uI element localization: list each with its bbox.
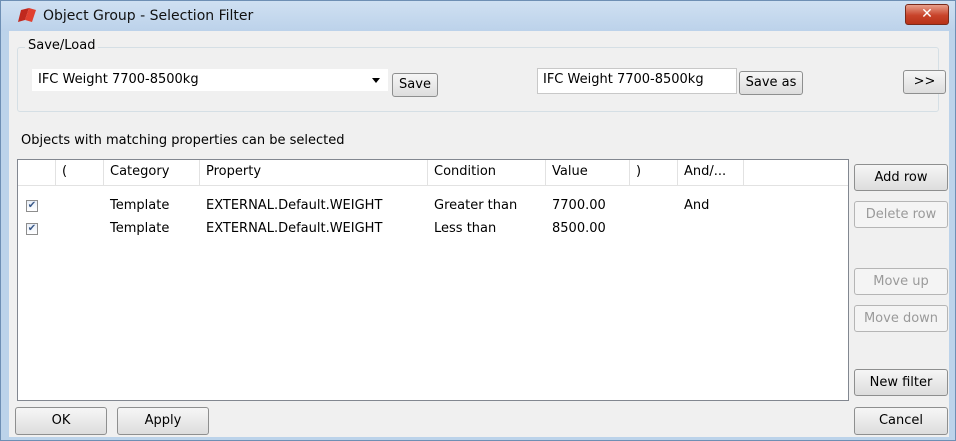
save-as-button[interactable]: Save as	[739, 71, 803, 95]
category-cell[interactable]: Template	[104, 219, 169, 241]
move-up-button[interactable]: Move up	[854, 268, 948, 295]
ok-button[interactable]: OK	[15, 407, 107, 435]
save-load-group-title: Save/Load	[25, 38, 99, 53]
property-cell[interactable]: EXTERNAL.Default.WEIGHT	[200, 196, 382, 218]
column-header-value[interactable]: Value	[546, 160, 630, 186]
checkbox-checked-icon[interactable]: ✔	[26, 200, 38, 212]
close-button[interactable]: ✕	[905, 4, 949, 25]
add-row-button[interactable]: Add row	[854, 164, 948, 191]
table-header: ( Category Property Condition Value ) An…	[18, 160, 848, 186]
apply-button[interactable]: Apply	[117, 407, 209, 435]
filter-table[interactable]: ( Category Property Condition Value ) An…	[17, 159, 849, 401]
column-header-condition[interactable]: Condition	[428, 160, 546, 186]
category-cell[interactable]: Template	[104, 196, 169, 218]
delete-row-button[interactable]: Delete row	[854, 201, 948, 228]
expand-button[interactable]: >>	[903, 70, 946, 94]
table-row[interactable]: ✔ Template EXTERNAL.Default.WEIGHT Great…	[18, 196, 848, 218]
and-or-cell[interactable]	[678, 219, 684, 241]
dialog-body: Save/Load IFC Weight 7700-8500kg Save IF…	[9, 31, 949, 437]
move-down-button[interactable]: Move down	[854, 305, 948, 332]
close-paren-cell[interactable]	[630, 196, 636, 218]
column-header-and-or[interactable]: And/...	[678, 160, 744, 186]
hint-text: Objects with matching properties can be …	[21, 133, 345, 148]
filter-select-value: IFC Weight 7700-8500kg	[38, 72, 199, 87]
save-button[interactable]: Save	[392, 73, 438, 97]
open-paren-cell[interactable]	[56, 196, 62, 218]
cancel-button[interactable]: Cancel	[854, 407, 948, 435]
column-header-checkbox[interactable]	[18, 160, 56, 186]
open-paren-cell[interactable]	[56, 219, 62, 241]
condition-cell[interactable]: Greater than	[428, 196, 517, 218]
value-cell[interactable]: 7700.00	[546, 196, 606, 218]
save-as-name-input[interactable]: IFC Weight 7700-8500kg	[537, 68, 737, 94]
column-header-close-paren[interactable]: )	[630, 160, 678, 186]
title-bar[interactable]: Object Group - Selection Filter ✕	[1, 1, 955, 31]
property-cell[interactable]: EXTERNAL.Default.WEIGHT	[200, 219, 382, 241]
window-title: Object Group - Selection Filter	[43, 8, 254, 24]
value-cell[interactable]: 8500.00	[546, 219, 606, 241]
dialog-window: Object Group - Selection Filter ✕ Save/L…	[0, 0, 956, 441]
close-paren-cell[interactable]	[630, 219, 636, 241]
and-or-cell[interactable]: And	[678, 196, 709, 218]
condition-cell[interactable]: Less than	[428, 219, 496, 241]
column-header-property[interactable]: Property	[200, 160, 428, 186]
new-filter-button[interactable]: New filter	[854, 369, 948, 396]
checkbox-checked-icon[interactable]: ✔	[26, 223, 38, 235]
column-header-category[interactable]: Category	[104, 160, 200, 186]
app-logo-icon	[18, 8, 36, 22]
chevron-down-icon[interactable]	[372, 78, 380, 83]
filter-select[interactable]: IFC Weight 7700-8500kg	[31, 68, 389, 92]
table-row[interactable]: ✔ Template EXTERNAL.Default.WEIGHT Less …	[18, 219, 848, 241]
close-icon: ✕	[921, 6, 933, 22]
column-header-open-paren[interactable]: (	[56, 160, 104, 186]
